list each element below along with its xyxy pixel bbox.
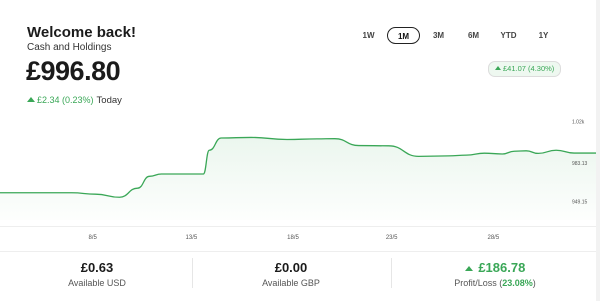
stat-gbp-value: £0.00: [274, 260, 308, 275]
x-tick-label: 18/5: [287, 235, 299, 241]
tab-6m[interactable]: 6M: [457, 27, 490, 44]
stat-gbp: £0.00 Available GBP: [196, 252, 386, 288]
period-change-badge: £41.07 (4.30%): [488, 61, 562, 77]
up-triangle-icon: [464, 266, 473, 271]
chart-area-fill: [0, 137, 598, 220]
up-triangle-icon: [495, 66, 501, 70]
stat-profit: £186.78 Profit/Loss (23.08%): [400, 252, 590, 288]
period-change-value: £41.07 (4.30%): [503, 64, 555, 73]
y-tick-label: 949.15: [572, 200, 588, 206]
scrollbar-track[interactable]: [596, 0, 600, 301]
stat-usd: £0.63 Available USD: [2, 252, 192, 288]
profit-label-prefix: Profit/Loss (: [454, 278, 503, 288]
y-tick-label: 1.02k: [572, 119, 585, 125]
x-tick-label: 23/5: [386, 235, 398, 241]
stat-usd-label: Available USD: [68, 278, 126, 288]
stat-separator: [192, 258, 193, 288]
tab-1m[interactable]: 1M: [387, 27, 420, 44]
range-tabs: 1W 1M 3M 6M YTD 1Y: [352, 27, 562, 44]
holdings-subtitle: Cash and Holdings: [27, 42, 112, 53]
stat-separator: [391, 258, 392, 288]
tab-1y[interactable]: 1Y: [527, 27, 560, 44]
portfolio-balance: £996.80: [26, 56, 121, 86]
up-triangle-icon: [27, 97, 35, 102]
today-label: Today: [96, 95, 122, 106]
day-change: £2.34 (0.23%) Today: [27, 95, 122, 106]
tab-1w[interactable]: 1W: [352, 27, 385, 44]
stat-gbp-label: Available GBP: [262, 278, 320, 288]
profit-label-pct: 23.08%: [502, 278, 533, 288]
chart-divider: [0, 226, 600, 227]
stat-profit-value: £186.78: [400, 260, 590, 275]
stat-profit-amount: £186.78: [478, 260, 526, 275]
greeting-title: Welcome back!: [27, 24, 136, 41]
stat-usd-value: £0.63: [80, 260, 114, 275]
tab-ytd[interactable]: YTD: [492, 27, 525, 44]
stat-profit-label: Profit/Loss (23.08%): [400, 278, 590, 288]
day-change-value: £2.34 (0.23%): [37, 95, 94, 105]
stats-row: £0.63 Available USD £0.00 Available GBP …: [0, 252, 600, 301]
tab-3m[interactable]: 3M: [422, 27, 455, 44]
x-tick-label: 13/5: [186, 235, 198, 241]
x-tick-label: 28/5: [488, 235, 500, 241]
y-tick-label: 983.13: [572, 161, 588, 167]
profit-label-suffix: ): [532, 278, 536, 288]
x-tick-label: 8/5: [89, 235, 98, 241]
portfolio-chart: 1.02k 983.13 949.15 8/5 13/5 18/5 23/5 28/5: [0, 119, 598, 241]
